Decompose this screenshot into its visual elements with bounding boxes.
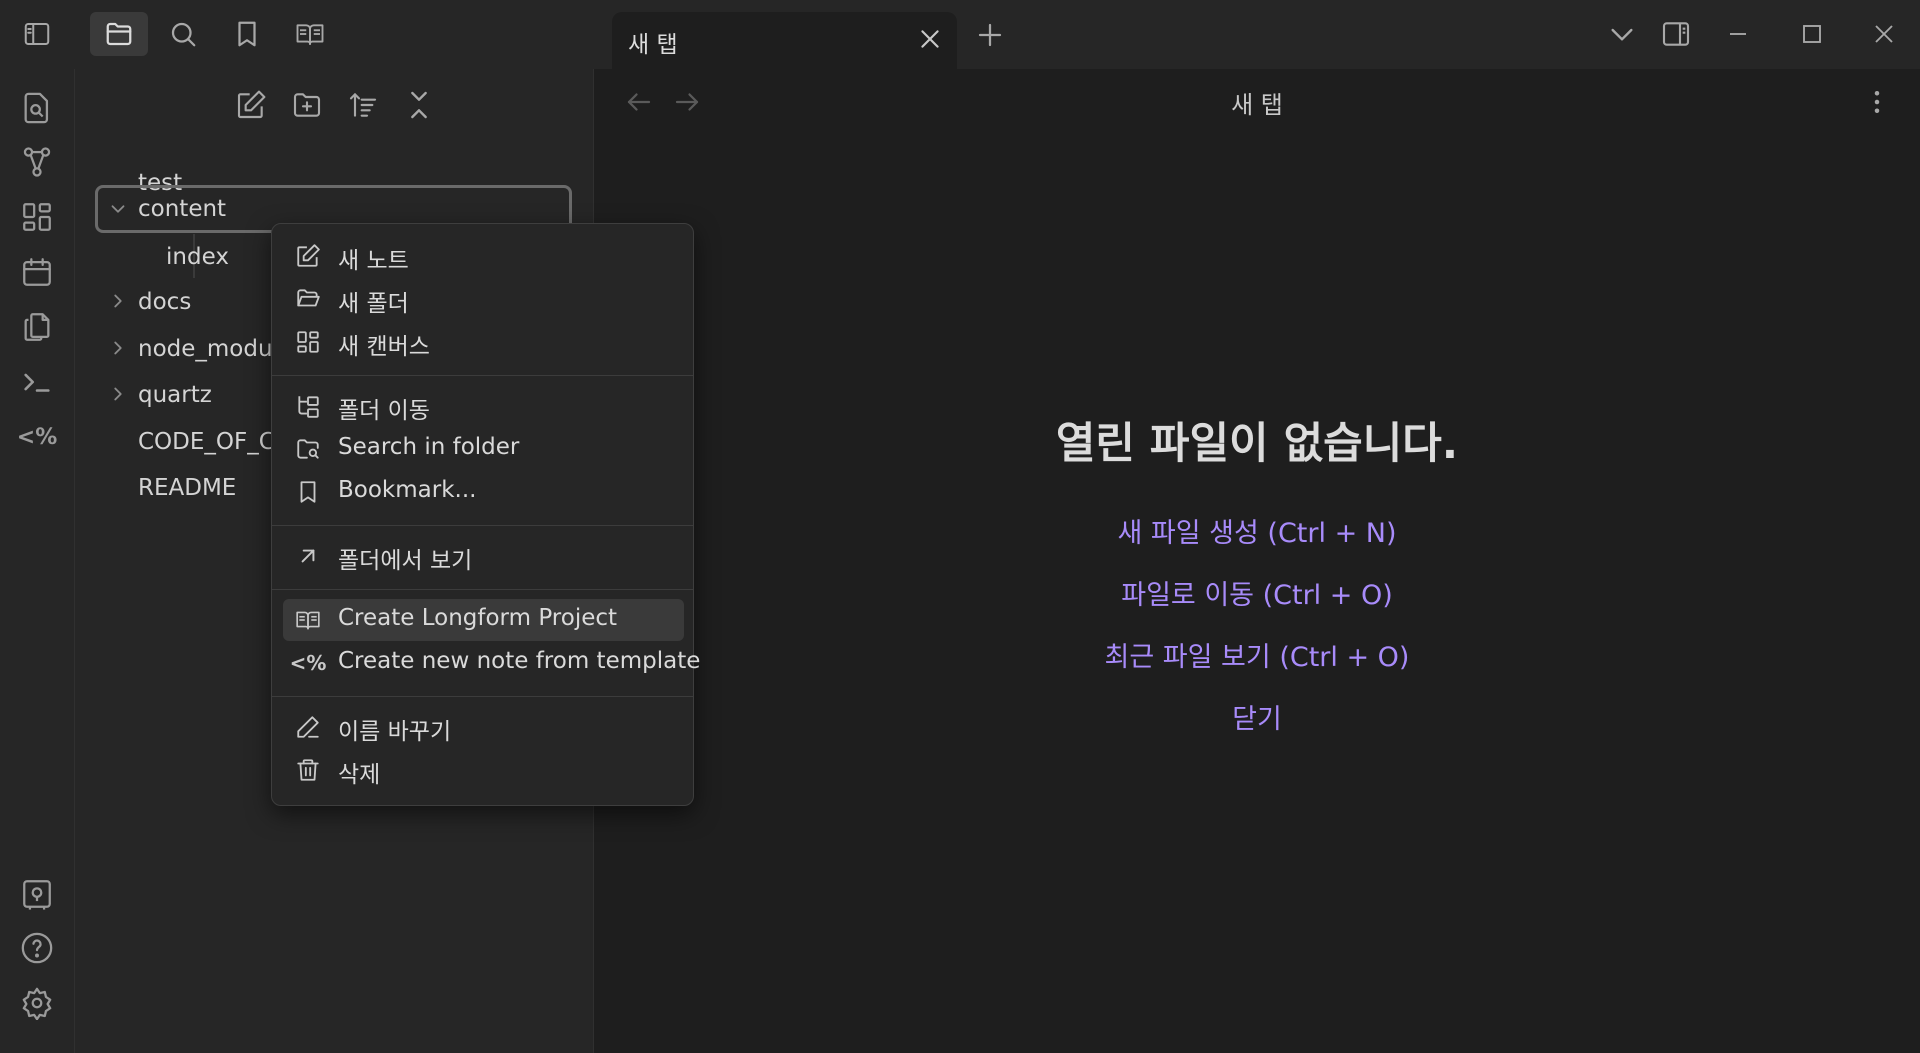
title-bar: 새 탭	[0, 0, 1920, 69]
recent-files-link[interactable]: 최근 파일 보기 (Ctrl + O)	[594, 635, 1920, 674]
create-new-file-link[interactable]: 새 파일 생성 (Ctrl + N)	[594, 511, 1920, 550]
right-sidebar-toggle-icon[interactable]	[1660, 18, 1692, 50]
menu-item-new-folder[interactable]: 새 폴더	[283, 278, 684, 320]
help-icon[interactable]	[20, 931, 54, 965]
open-quick-switcher-icon[interactable]	[20, 91, 54, 125]
folder-search-icon	[295, 436, 321, 462]
template-icon: <%	[290, 650, 327, 676]
chevron-right-icon[interactable]	[107, 337, 129, 359]
window-close-icon[interactable]	[1868, 18, 1900, 50]
ribbon: <%	[0, 69, 75, 1053]
more-options-icon[interactable]	[1862, 87, 1892, 117]
menu-separator	[272, 589, 693, 590]
main-view: 새 탭 열린 파일이 없습니다. 새 파일 생성 (Ctrl + N) 파일로 …	[594, 69, 1920, 1053]
chevron-right-icon[interactable]	[107, 383, 129, 405]
folder-icon	[104, 19, 134, 49]
menu-item-label: Create new note from template	[338, 648, 701, 674]
tree-item-label: README	[138, 475, 237, 501]
graph-view-icon[interactable]	[20, 145, 54, 179]
menu-item-search-in-folder[interactable]: Search in folder	[283, 428, 684, 470]
tree-item-label: docs	[138, 289, 192, 315]
tab-new-tab[interactable]: 새 탭	[612, 12, 957, 69]
minimize-icon[interactable]	[1722, 18, 1754, 50]
menu-item-label: Create Longform Project	[338, 605, 618, 631]
plus-icon[interactable]	[975, 20, 1005, 50]
menu-item-label: 폴더 이동	[338, 398, 430, 424]
menu-item-label: Bookmark...	[338, 477, 477, 503]
bookmarks-view-button[interactable]	[218, 12, 276, 56]
menu-item-bookmark[interactable]: Bookmark...	[283, 471, 684, 513]
menu-item-label: 새 폴더	[338, 291, 409, 317]
menu-item-create-from-template[interactable]: <% Create new note from template	[283, 642, 701, 684]
terminal-icon[interactable]	[20, 365, 54, 399]
menu-item-label: 폴더에서 보기	[338, 548, 473, 574]
search-view-button[interactable]	[154, 12, 212, 56]
canvas-icon[interactable]	[20, 200, 54, 234]
menu-item-move-folder[interactable]: 폴더 이동	[283, 385, 684, 427]
calendar-icon[interactable]	[20, 255, 54, 289]
template-glyph: <%	[16, 424, 58, 450]
menu-item-reveal-in-folder[interactable]: 폴더에서 보기	[283, 535, 684, 577]
files-view-button[interactable]	[90, 12, 148, 56]
new-folder-icon[interactable]	[291, 89, 323, 121]
tree-item-label: index	[166, 244, 229, 270]
bookmark-icon	[232, 19, 262, 49]
view-header-title: 새 탭	[1231, 91, 1283, 119]
menu-item-new-note[interactable]: 새 노트	[283, 235, 684, 277]
go-to-file-link[interactable]: 파일로 이동 (Ctrl + O)	[594, 573, 1920, 612]
menu-separator	[272, 525, 693, 526]
context-menu: 새 노트 새 폴더 새 캔버스 폴더 이동 Search in folder B…	[271, 223, 701, 806]
empty-state-title: 열린 파일이 없습니다.	[1055, 419, 1459, 469]
menu-item-label: 새 노트	[338, 248, 409, 274]
collapse-all-icon[interactable]	[403, 89, 435, 121]
arrow-up-right-icon	[295, 543, 321, 569]
longform-view-button[interactable]	[281, 12, 339, 56]
chevron-down-icon[interactable]	[1606, 18, 1638, 50]
bookmark-icon	[295, 479, 321, 505]
close-link[interactable]: 닫기	[594, 697, 1920, 736]
new-note-icon[interactable]	[235, 89, 267, 121]
folder-tree-icon	[295, 393, 321, 419]
menu-item-label: Search in folder	[338, 434, 520, 460]
menu-separator	[272, 696, 693, 697]
template-glyph: <%	[289, 651, 327, 675]
toggle-sidebar-button[interactable]	[8, 12, 66, 56]
book-icon	[295, 19, 325, 49]
sidebar-toggle-icon	[22, 19, 52, 49]
book-icon	[295, 607, 321, 633]
menu-item-new-canvas[interactable]: 새 캔버스	[283, 321, 684, 363]
menu-item-label: 새 캔버스	[338, 334, 430, 360]
menu-item-label: 이름 바꾸기	[338, 719, 452, 745]
search-icon	[168, 19, 198, 49]
canvas-icon	[295, 329, 321, 355]
chevron-right-icon[interactable]	[107, 290, 129, 312]
vault-switcher-icon[interactable]	[20, 877, 54, 911]
tab-label: 새 탭	[628, 32, 678, 58]
menu-item-rename[interactable]: 이름 바꾸기	[283, 706, 684, 748]
menu-separator	[272, 375, 693, 376]
tree-item-label: content	[138, 196, 227, 222]
tree-item-label: quartz	[138, 382, 212, 408]
template-icon[interactable]: <%	[16, 420, 58, 454]
menu-item-label: 삭제	[338, 762, 381, 788]
copy-icon[interactable]	[20, 310, 54, 344]
folder-open-icon	[295, 286, 321, 312]
menu-item-create-longform-project[interactable]: Create Longform Project	[283, 599, 684, 641]
pencil-icon	[295, 714, 321, 740]
chevron-down-icon	[107, 198, 129, 220]
close-icon[interactable]	[917, 26, 943, 52]
edit-icon	[295, 243, 321, 269]
sort-icon[interactable]	[347, 89, 379, 121]
menu-item-delete[interactable]: 삭제	[283, 749, 684, 791]
trash-icon	[295, 757, 321, 783]
maximize-icon[interactable]	[1796, 18, 1828, 50]
gear-icon[interactable]	[20, 986, 54, 1020]
